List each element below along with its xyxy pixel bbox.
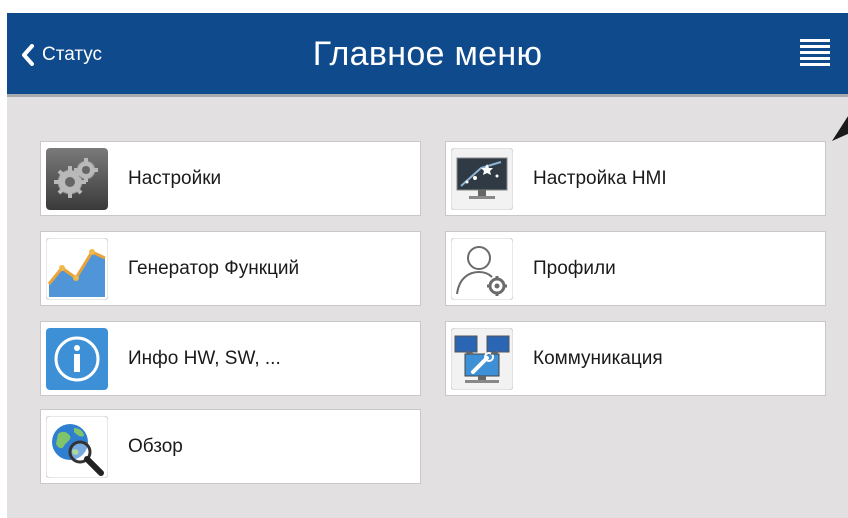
menu-item-label: Обзор (128, 435, 183, 457)
network-computers-icon (451, 327, 513, 390)
gears-icon (46, 147, 108, 210)
hamburger-icon (798, 39, 832, 66)
menu-item-profiles[interactable]: Профили (445, 231, 826, 306)
menu-item-hmi-settings[interactable]: Настройка HMI (445, 141, 826, 216)
menu-item-overview[interactable]: Обзор (40, 409, 421, 484)
main-menu-screen: Статус Главное меню Настройки Настройка … (7, 13, 848, 518)
graph-icon (46, 237, 108, 300)
menu-item-function-generator[interactable]: Генератор Функций (40, 231, 421, 306)
monitor-stars-icon (451, 147, 513, 210)
pointer-arrow-icon (832, 116, 848, 141)
menu-item-label: Настройки (128, 167, 222, 189)
page-title: Главное меню (312, 35, 543, 73)
user-gear-icon (451, 237, 513, 300)
menu-item-info[interactable]: Инфо HW, SW, ... (40, 321, 421, 396)
menu-item-label: Генератор Функций (128, 257, 300, 279)
globe-magnifier-icon (46, 415, 108, 478)
info-icon (46, 327, 108, 390)
menu-item-label: Коммуникация (533, 347, 663, 369)
header-bar: Статус Главное меню (7, 13, 848, 97)
menu-item-communication[interactable]: Коммуникация (445, 321, 826, 396)
menu-item-label: Настройка HMI (533, 167, 667, 189)
menu-item-label: Профили (533, 257, 616, 279)
menu-item-settings[interactable]: Настройки (40, 141, 421, 216)
menu-item-label: Инфо HW, SW, ... (128, 347, 281, 369)
hamburger-menu-button[interactable] (798, 39, 832, 71)
